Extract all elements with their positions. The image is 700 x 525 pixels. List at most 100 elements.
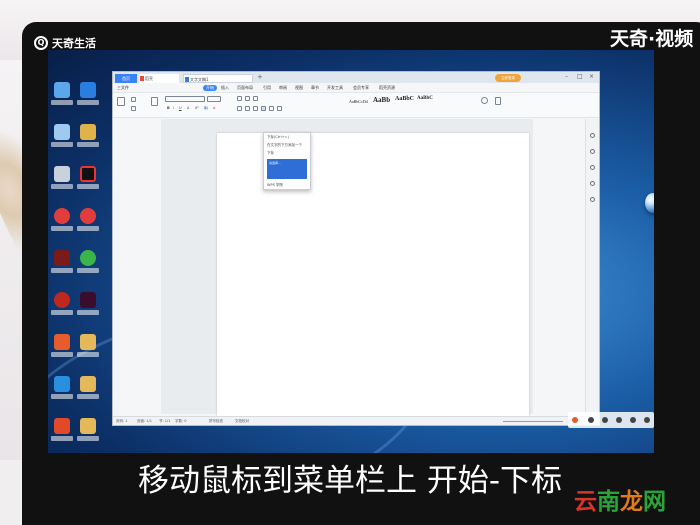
desktop-icon[interactable] bbox=[50, 124, 74, 150]
strikethrough-icon[interactable]: A bbox=[187, 106, 189, 110]
tab-home[interactable]: 首页 bbox=[115, 74, 137, 83]
close-icon[interactable]: × bbox=[589, 73, 594, 80]
desktop-icon[interactable] bbox=[50, 418, 74, 444]
align-left-icon[interactable] bbox=[237, 106, 242, 111]
numbering-icon[interactable] bbox=[245, 96, 250, 101]
status-spellcheck[interactable]: 拼写检查 bbox=[209, 419, 223, 424]
title-bar: 首页 稻壳 文字文稿1 + 立即登录 – □ × bbox=[113, 72, 599, 83]
style-heading3[interactable]: AaBbC bbox=[417, 96, 433, 106]
style-normal[interactable]: AaBbCcDd bbox=[349, 99, 368, 109]
desktop-icon[interactable] bbox=[76, 418, 100, 444]
desktop-icon[interactable] bbox=[50, 82, 74, 108]
watermark-char: 南 bbox=[597, 489, 620, 515]
desktop-icon[interactable] bbox=[50, 334, 74, 360]
desktop-icon[interactable] bbox=[50, 376, 74, 402]
tray-icon[interactable] bbox=[572, 417, 578, 423]
tray-icon[interactable] bbox=[616, 417, 622, 423]
status-doc-check[interactable]: 文档校对 bbox=[235, 419, 249, 424]
desktop-icon[interactable] bbox=[50, 166, 74, 192]
zoom-slider[interactable] bbox=[503, 421, 563, 422]
status-pages: 页面: 1/1 bbox=[137, 419, 152, 423]
wps-writer-window: 首页 稻壳 文字文稿1 + 立即登录 – □ × 三文件 开始 插入 页面布局 … bbox=[112, 71, 600, 426]
desktop-icon[interactable] bbox=[76, 166, 100, 192]
pen-icon[interactable] bbox=[590, 133, 595, 138]
menu-resources[interactable]: 稻壳资源 bbox=[379, 85, 395, 91]
menu-start[interactable]: 开始 bbox=[203, 85, 217, 91]
desktop-icon[interactable] bbox=[76, 208, 100, 234]
font-select[interactable] bbox=[165, 96, 205, 102]
menu-member[interactable]: 会员专享 bbox=[353, 85, 369, 91]
desktop-icon[interactable] bbox=[76, 334, 100, 360]
brand-left-text: 天奇生活 bbox=[52, 37, 96, 50]
minimize-icon[interactable]: – bbox=[565, 73, 568, 80]
wallpaper-droplet bbox=[645, 193, 654, 213]
cut-icon[interactable] bbox=[131, 97, 136, 102]
tray-icon[interactable] bbox=[644, 417, 650, 423]
underline-icon[interactable]: U bbox=[179, 106, 182, 110]
shape-icon[interactable] bbox=[590, 149, 595, 154]
desktop-icon[interactable] bbox=[76, 124, 100, 150]
justify-icon[interactable] bbox=[261, 106, 266, 111]
menu-insert[interactable]: 插入 bbox=[221, 85, 229, 91]
desktop-icon[interactable] bbox=[76, 292, 100, 318]
status-bar: 页码: 1 页面: 1/1 节: 1/1 字数: 0 拼写检查 文档校对 100… bbox=[113, 416, 599, 425]
align-center-icon[interactable] bbox=[245, 106, 250, 111]
maximize-icon[interactable]: □ bbox=[577, 73, 583, 80]
select-icon[interactable] bbox=[495, 97, 501, 105]
bullets-icon[interactable] bbox=[237, 96, 242, 101]
desktop-icon[interactable] bbox=[76, 376, 100, 402]
desktop-icon[interactable] bbox=[76, 250, 100, 276]
line-spacing-icon[interactable] bbox=[269, 106, 274, 111]
tray-icon[interactable] bbox=[588, 417, 594, 423]
desktop-icon[interactable] bbox=[50, 292, 74, 318]
find-replace-icon[interactable] bbox=[481, 97, 488, 104]
watermark: 云南龙网 bbox=[574, 482, 666, 516]
new-tab-plus-icon[interactable]: + bbox=[257, 73, 263, 81]
bold-icon[interactable]: B bbox=[167, 106, 170, 110]
menu-view[interactable]: 视图 bbox=[295, 85, 303, 91]
tray-icon[interactable] bbox=[602, 417, 608, 423]
tab-daoke[interactable]: 稻壳 bbox=[139, 74, 179, 83]
tooltip-desc: 在文字的下方添加一个 bbox=[267, 143, 302, 147]
menu-chapter[interactable]: 章节 bbox=[311, 85, 319, 91]
settings-icon[interactable] bbox=[590, 197, 595, 202]
menu-file[interactable]: 三文件 bbox=[117, 85, 129, 91]
tooltip-title: 下标(Ctrl+=) bbox=[267, 135, 289, 139]
login-button[interactable]: 立即登录 bbox=[495, 74, 521, 82]
font-size-select[interactable] bbox=[207, 96, 221, 102]
brand-logo-left: Q 天奇生活 bbox=[34, 35, 96, 51]
share-icon[interactable] bbox=[590, 165, 595, 170]
menu-review[interactable]: 审阅 bbox=[279, 85, 287, 91]
watermark-char: 云 bbox=[574, 489, 597, 515]
menu-layout[interactable]: 页面布局 bbox=[237, 85, 253, 91]
status-page: 页码: 1 bbox=[116, 419, 128, 423]
superscript-icon[interactable]: X² bbox=[195, 106, 199, 110]
tray-icon[interactable] bbox=[630, 417, 636, 423]
italic-icon[interactable]: I bbox=[173, 106, 174, 110]
menu-reference[interactable]: 引用 bbox=[263, 85, 271, 91]
brand-icon: Q bbox=[34, 36, 48, 50]
font-color-icon[interactable]: A bbox=[213, 106, 215, 110]
copy-icon[interactable] bbox=[131, 106, 136, 111]
ribbon-toolbar: B I U A X² X₂ A AaBbCcDd AaBb AaBbC AaBb… bbox=[113, 93, 599, 118]
right-side-panel bbox=[585, 119, 599, 414]
subscript-tooltip: 下标(Ctrl+=) 在文字的下方添加一个 下标 请选择... WPS 学院 bbox=[263, 132, 311, 190]
desktop-icon[interactable] bbox=[50, 250, 74, 276]
format-painter-icon[interactable] bbox=[151, 97, 158, 106]
desktop-icon[interactable] bbox=[76, 82, 100, 108]
tooltip-more-link[interactable]: WPS 学院 bbox=[264, 181, 310, 189]
desktop-icon[interactable] bbox=[50, 208, 74, 234]
history-icon[interactable] bbox=[590, 181, 595, 186]
tab-document[interactable]: 文字文稿1 bbox=[183, 74, 253, 83]
style-heading2[interactable]: AaBbC bbox=[395, 96, 414, 106]
align-right-icon[interactable] bbox=[253, 106, 258, 111]
subscript-icon[interactable]: X₂ bbox=[204, 106, 208, 110]
paste-icon[interactable] bbox=[117, 97, 125, 106]
desktop-screen: 首页 稻壳 文字文稿1 + 立即登录 – □ × 三文件 开始 插入 页面布局 … bbox=[48, 50, 654, 453]
watermark-char: 网 bbox=[643, 489, 666, 515]
menu-devtools[interactable]: 开发工具 bbox=[327, 85, 343, 91]
status-words: 字数: 0 bbox=[175, 419, 187, 423]
border-icon[interactable] bbox=[277, 106, 282, 111]
style-heading1[interactable]: AaBb bbox=[373, 96, 390, 106]
indent-icon[interactable] bbox=[253, 96, 258, 101]
